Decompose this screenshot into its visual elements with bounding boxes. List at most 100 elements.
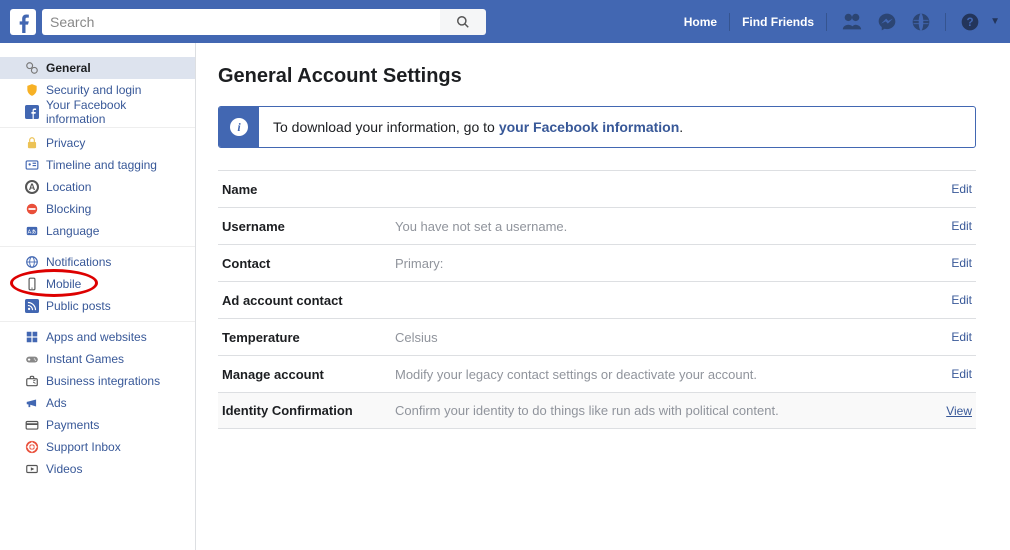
top-divider [826, 13, 827, 31]
info-prefix: To download your information, go to [273, 119, 495, 135]
edit-link[interactable]: Edit [951, 367, 972, 381]
setting-value: You have not set a username. [395, 219, 951, 234]
top-divider [729, 13, 730, 31]
sidebar-item-timeline-and-tagging[interactable]: Timeline and tagging [0, 154, 195, 176]
sidebar-item-apps-and-websites[interactable]: Apps and websites [0, 326, 195, 348]
card-icon [24, 417, 40, 433]
setting-value: Modify your legacy contact settings or d… [395, 367, 951, 382]
edit-link[interactable]: Edit [951, 182, 972, 196]
blocking-icon [24, 201, 40, 217]
megaphone-icon [24, 395, 40, 411]
info-icon: i [219, 107, 259, 147]
setting-value: Primary: [395, 256, 951, 271]
top-icons [841, 11, 931, 33]
setting-row-identity-confirmation: Identity ConfirmationConfirm your identi… [218, 392, 976, 429]
messenger-icon[interactable] [877, 12, 897, 32]
briefcase-icon [24, 373, 40, 389]
lock-icon [24, 135, 40, 151]
topbar: Home Find Friends ? ▼ [0, 0, 1010, 43]
globe-icon [24, 254, 40, 270]
search-icon [456, 15, 470, 29]
sidebar-item-label: Videos [46, 462, 82, 476]
search-button[interactable] [440, 9, 486, 35]
sidebar-item-label: Instant Games [46, 352, 124, 366]
notifications-globe-icon[interactable] [911, 12, 931, 32]
sidebar-item-label: Mobile [46, 277, 81, 291]
sidebar-item-location[interactable]: ALocation [0, 176, 195, 198]
top-divider [945, 13, 946, 31]
settings-list: NameEditUsernameYou have not set a usern… [218, 170, 976, 429]
edit-link[interactable]: Edit [951, 293, 972, 307]
home-link[interactable]: Home [674, 15, 727, 29]
setting-label: Name [222, 182, 395, 197]
facebook-f-icon [13, 11, 33, 35]
setting-label: Manage account [222, 367, 395, 382]
sidebar-item-label: Payments [46, 418, 99, 432]
sidebar-item-notifications[interactable]: Notifications [0, 251, 195, 273]
edit-link[interactable]: Edit [951, 330, 972, 344]
friend-requests-icon[interactable] [841, 11, 863, 33]
gears-icon [24, 60, 40, 76]
setting-row-manage-account: Manage accountModify your legacy contact… [218, 355, 976, 392]
sidebar-item-label: Blocking [46, 202, 91, 216]
setting-label: Identity Confirmation [222, 403, 395, 418]
sidebar-item-label: Language [46, 224, 99, 238]
sidebar-item-videos[interactable]: Videos [0, 458, 195, 480]
sidebar-item-label: Ads [46, 396, 67, 410]
sidebar-item-language[interactable]: Aあ Language [0, 220, 195, 242]
sidebar-item-business-integrations[interactable]: Business integrations [0, 370, 195, 392]
sidebar-item-label: General [46, 61, 91, 75]
setting-row-name: Name Edit [218, 170, 976, 207]
lifebuoy-icon [24, 439, 40, 455]
sidebar-item-label: Business integrations [46, 374, 160, 388]
sidebar-item-public-posts[interactable]: Public posts [0, 295, 195, 317]
setting-label: Username [222, 219, 395, 234]
account-menu-caret-icon[interactable]: ▼ [990, 16, 1000, 27]
setting-row-contact: ContactPrimary:Edit [218, 244, 976, 281]
sidebar-item-label: Public posts [46, 299, 111, 313]
sidebar-item-your-facebook-information[interactable]: Your Facebook information [0, 101, 195, 123]
setting-label: Contact [222, 256, 395, 271]
sidebar-item-label: Privacy [46, 136, 85, 150]
facebook-logo[interactable] [10, 9, 36, 35]
sidebar-item-label: Notifications [46, 255, 111, 269]
period: . [679, 119, 683, 135]
id-card-icon [24, 157, 40, 173]
edit-link[interactable]: Edit [951, 219, 972, 233]
svg-text:Aあ: Aあ [28, 228, 37, 235]
search-input[interactable] [42, 9, 440, 35]
rss-icon [24, 298, 40, 314]
sidebar-item-mobile[interactable]: Mobile [0, 273, 195, 295]
view-link[interactable]: View [946, 404, 972, 418]
settings-sidebar: General Security and login Your Facebook i… [0, 43, 196, 550]
fb-square-icon [24, 104, 40, 120]
setting-label: Temperature [222, 330, 395, 345]
sidebar-item-label: Apps and websites [46, 330, 147, 344]
info-banner-text: To download your information, go to your… [259, 107, 697, 147]
shield-icon [24, 82, 40, 98]
sidebar-item-instant-games[interactable]: Instant Games [0, 348, 195, 370]
sidebar-item-privacy[interactable]: Privacy [0, 132, 195, 154]
video-icon [24, 461, 40, 477]
setting-row-temperature: TemperatureCelsiusEdit [218, 318, 976, 355]
svg-text:?: ? [967, 16, 974, 29]
gamepad-icon [24, 351, 40, 367]
apps-icon [24, 329, 40, 345]
sidebar-item-payments[interactable]: Payments [0, 414, 195, 436]
sidebar-item-label: Security and login [46, 83, 141, 97]
search-container [42, 9, 486, 35]
sidebar-item-ads[interactable]: Ads [0, 392, 195, 414]
find-friends-link[interactable]: Find Friends [732, 15, 824, 29]
language-icon: Aあ [24, 223, 40, 239]
sidebar-item-label: Location [46, 180, 91, 194]
sidebar-item-general[interactable]: General [0, 57, 195, 79]
sidebar-item-blocking[interactable]: Blocking [0, 198, 195, 220]
help-icon[interactable]: ? [960, 12, 980, 32]
setting-row-ad-account-contact: Ad account contact Edit [218, 281, 976, 318]
sidebar-item-support-inbox[interactable]: Support Inbox [0, 436, 195, 458]
info-banner-link[interactable]: your Facebook information [499, 119, 679, 135]
setting-label: Ad account contact [222, 293, 395, 308]
setting-row-username: UsernameYou have not set a username.Edit [218, 207, 976, 244]
info-banner: i To download your information, go to yo… [218, 106, 976, 148]
edit-link[interactable]: Edit [951, 256, 972, 270]
